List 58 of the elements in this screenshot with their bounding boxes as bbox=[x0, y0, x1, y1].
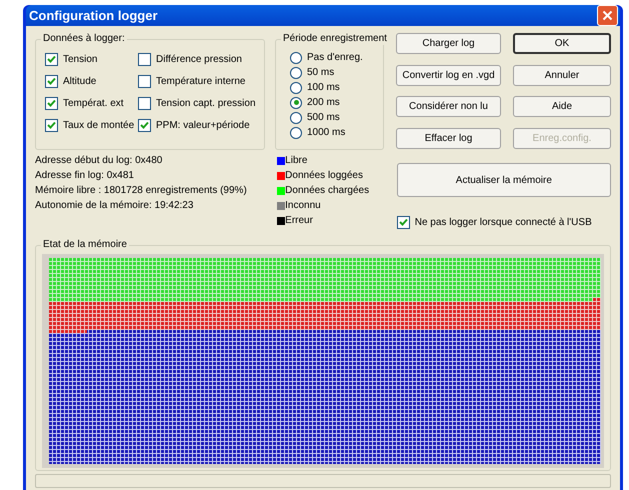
dialog-button[interactable]: Annuler bbox=[513, 64, 611, 86]
checkbox[interactable] bbox=[396, 216, 410, 229]
checkbox-label: Températ. ext bbox=[63, 97, 124, 111]
checkbox-label: Température interne bbox=[156, 75, 246, 89]
radio-button[interactable] bbox=[290, 126, 302, 138]
checkmark-icon bbox=[47, 77, 56, 86]
radio-label: 500 ms bbox=[307, 111, 340, 125]
radio-button[interactable] bbox=[290, 82, 302, 94]
info-text: Mémoire libre : 1801728 enregistrements (99%) bbox=[35, 184, 248, 198]
radio-button[interactable] bbox=[290, 96, 302, 108]
radio-label: Pas d'enreg. bbox=[307, 51, 363, 65]
dialog-button[interactable]: OK bbox=[513, 33, 611, 54]
legend-label: Inconnu bbox=[285, 199, 321, 213]
radio-button[interactable] bbox=[290, 52, 302, 64]
checkbox[interactable] bbox=[45, 119, 58, 132]
checkbox[interactable] bbox=[138, 53, 151, 66]
window-title: Configuration logger bbox=[29, 6, 158, 25]
dialog-button[interactable]: Convertir log en .vgd bbox=[396, 64, 501, 86]
checkmark-icon bbox=[47, 121, 56, 130]
legend-label: Libre bbox=[285, 154, 308, 168]
checkbox-label: Ne pas logger lorsque connecté à l'USB bbox=[414, 216, 592, 230]
dialog-button[interactable]: Charger log bbox=[396, 33, 501, 54]
legend-label: Erreur bbox=[285, 214, 313, 228]
checkbox[interactable] bbox=[45, 97, 58, 110]
info-text: Autonomie de la mémoire: 19:42:23 bbox=[35, 199, 194, 213]
checkbox[interactable] bbox=[138, 119, 151, 132]
dialog-button[interactable]: Considérer non lu bbox=[396, 96, 501, 117]
checkbox-label: Tension bbox=[63, 53, 98, 67]
legend-label: Données chargées bbox=[285, 184, 370, 198]
checkmark-icon bbox=[47, 99, 56, 108]
info-text: Adresse début du log: 0x480 bbox=[35, 154, 164, 168]
radio-label: 50 ms bbox=[307, 66, 334, 80]
close-icon bbox=[602, 10, 613, 21]
legend-label: Données loggées bbox=[285, 169, 363, 183]
info-text: Adresse fin log: 0x481 bbox=[35, 169, 135, 183]
radio-label: 100 ms bbox=[307, 81, 340, 95]
close-button[interactable] bbox=[597, 5, 618, 26]
radio-label: 1000 ms bbox=[307, 126, 346, 140]
dialog-button[interactable]: Effacer log bbox=[396, 128, 501, 148]
group-title: Données à logger: bbox=[41, 33, 127, 45]
checkbox[interactable] bbox=[138, 97, 151, 110]
checkbox-label: Taux de montée bbox=[63, 119, 134, 133]
checkbox[interactable] bbox=[45, 75, 58, 88]
refresh-button[interactable]: Actualiser la mémoire bbox=[396, 163, 611, 197]
checkbox-label: Différence pression bbox=[156, 53, 242, 67]
checkbox-label: PPM: valeur+période bbox=[156, 119, 250, 133]
checkbox-label: Altitude bbox=[63, 75, 96, 89]
radio-button[interactable] bbox=[290, 66, 302, 78]
checkbox-label: Tension capt. pression bbox=[156, 97, 256, 111]
radio-label: 200 ms bbox=[307, 96, 340, 110]
checkbox[interactable] bbox=[45, 53, 58, 66]
group-title: Période enregistrement bbox=[281, 33, 389, 45]
checkbox[interactable] bbox=[138, 75, 151, 88]
checkmark-icon bbox=[140, 121, 149, 130]
dialog-button[interactable]: Aide bbox=[513, 96, 611, 117]
radio-button[interactable] bbox=[290, 112, 302, 124]
checkmark-icon bbox=[398, 218, 408, 227]
checkmark-icon bbox=[47, 55, 56, 64]
